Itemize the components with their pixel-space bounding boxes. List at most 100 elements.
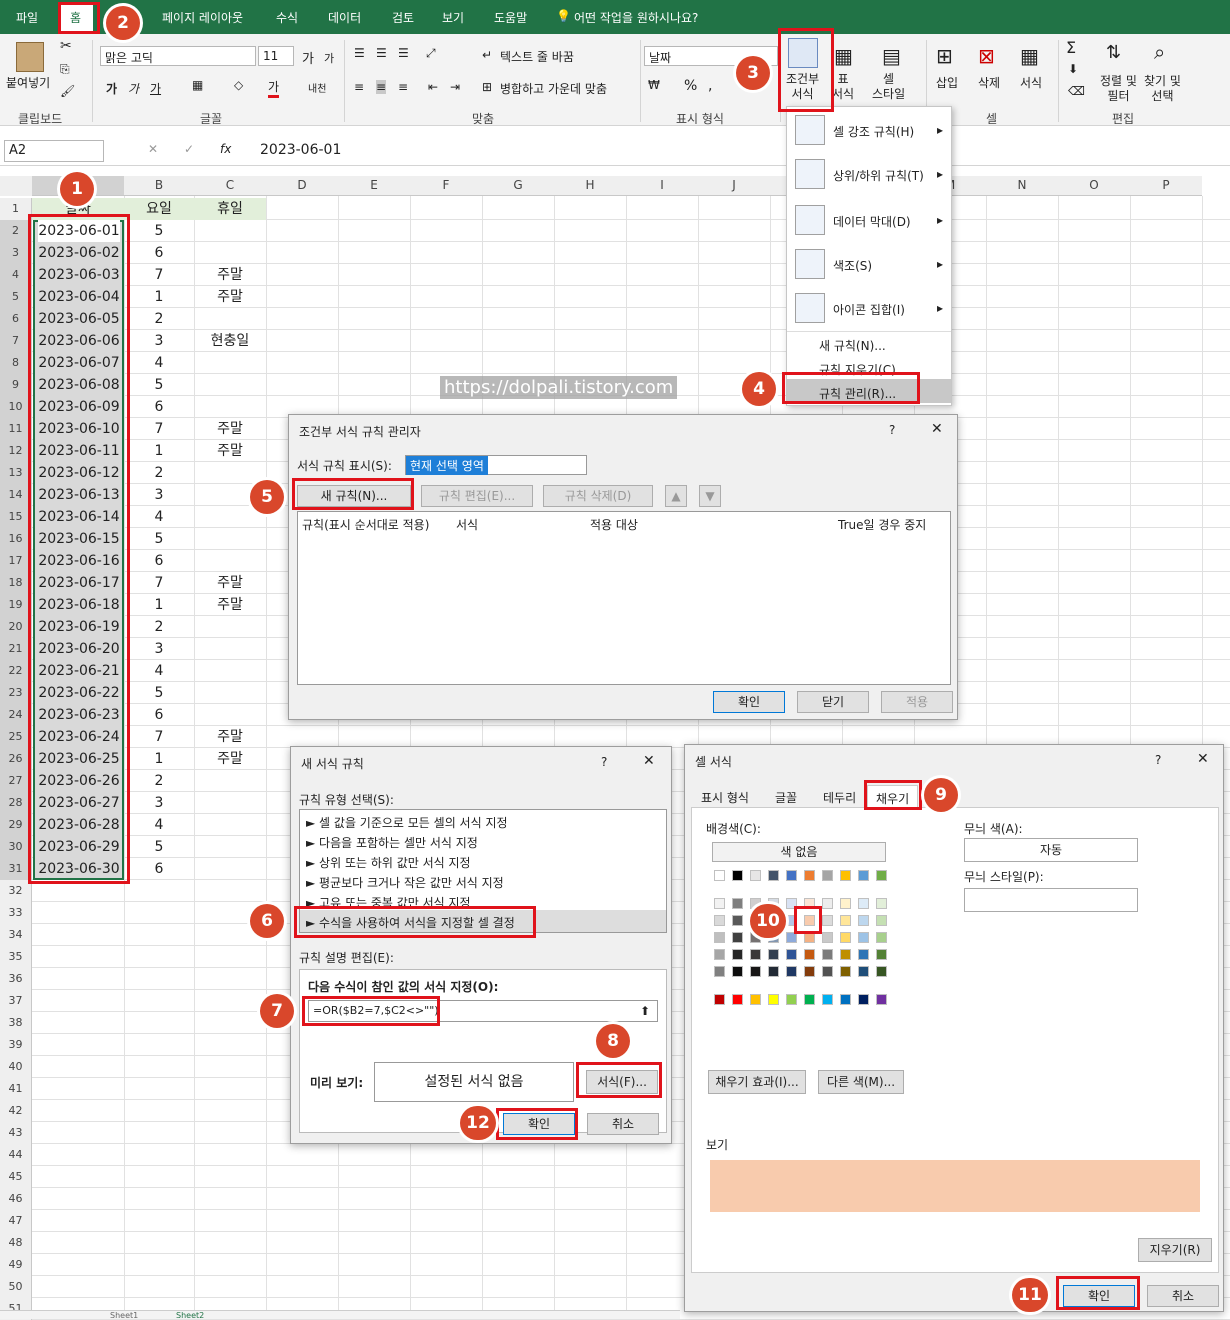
align-middle-icon[interactable]: ☰ [376, 46, 387, 60]
font-color-button[interactable]: 가 [268, 78, 280, 98]
clear-icon[interactable]: ⌫ [1068, 84, 1085, 98]
color-swatch[interactable] [768, 966, 779, 977]
color-swatch[interactable] [786, 870, 797, 881]
holiday-cell[interactable] [194, 396, 266, 418]
tab-data[interactable]: 데이터 [328, 9, 361, 26]
row-header[interactable]: 33 [0, 902, 32, 924]
outdent-icon[interactable]: ⇥ [450, 80, 460, 94]
weekday-cell[interactable]: 4 [124, 660, 194, 682]
tab-view[interactable]: 보기 [442, 9, 464, 26]
tab-review[interactable]: 검토 [392, 9, 414, 26]
border-icon[interactable]: ▦ [192, 78, 203, 92]
color-swatch[interactable] [768, 870, 779, 881]
color-swatch[interactable] [858, 966, 869, 977]
weekday-cell[interactable]: 6 [124, 242, 194, 264]
weekday-cell[interactable]: 5 [124, 374, 194, 396]
color-swatch[interactable] [822, 994, 833, 1005]
align-center-icon[interactable]: ≡ [376, 80, 387, 94]
holiday-cell[interactable] [194, 682, 266, 704]
color-swatch[interactable] [750, 870, 761, 881]
menu-icon-sets[interactable]: 아이콘 집합(I) [833, 301, 905, 318]
copy-icon[interactable]: ⎘ [60, 62, 70, 77]
format-painter-icon[interactable]: 🖌 [60, 84, 75, 98]
color-swatch[interactable] [840, 870, 851, 881]
close-icon[interactable]: ✕ [931, 421, 943, 437]
column-header-d[interactable]: D [266, 176, 338, 196]
apply-button[interactable]: 적용 [881, 691, 953, 713]
tell-me-search[interactable]: 어떤 작업을 원하시나요? [574, 9, 698, 26]
weekday-cell[interactable]: 6 [124, 704, 194, 726]
row-header[interactable]: 41 [0, 1078, 32, 1100]
wrap-text-button[interactable]: 텍스트 줄 바꿈 [500, 48, 574, 65]
color-swatch[interactable] [876, 949, 887, 960]
cancel-icon[interactable]: ✕ [148, 142, 158, 156]
currency-icon[interactable]: ₩ [648, 78, 660, 92]
help-icon[interactable]: ? [601, 755, 607, 769]
holiday-cell[interactable] [194, 308, 266, 330]
delete-rule-button[interactable]: 규칙 삭제(D) [543, 485, 653, 507]
select-all-corner[interactable] [0, 176, 32, 196]
holiday-cell[interactable]: 주말 [194, 748, 266, 770]
tab-help[interactable]: 도움말 [494, 9, 527, 26]
color-swatch[interactable] [768, 949, 779, 960]
column-header-p[interactable]: P [1130, 176, 1202, 196]
tab-page-layout[interactable]: 페이지 레이아웃 [162, 9, 243, 26]
collapse-icon[interactable]: ⬆ [640, 1004, 650, 1018]
rule-type-item[interactable]: ► 다음을 포함하는 셀만 서식 지정 [306, 834, 478, 851]
row-header[interactable]: 37 [0, 990, 32, 1012]
color-swatch[interactable] [714, 994, 725, 1005]
show-rules-select[interactable]: 현재 선택 영역 [405, 455, 587, 475]
cancel-button[interactable]: 취소 [587, 1113, 659, 1135]
row-header[interactable]: 36 [0, 968, 32, 990]
holiday-cell[interactable]: 주말 [194, 418, 266, 440]
color-swatch[interactable] [732, 932, 743, 943]
color-swatch[interactable] [732, 966, 743, 977]
italic-button[interactable]: 가 [128, 80, 139, 97]
weekday-cell[interactable]: 4 [124, 506, 194, 528]
holiday-cell[interactable]: 주말 [194, 264, 266, 286]
color-swatch[interactable] [768, 994, 779, 1005]
holiday-cell[interactable] [194, 704, 266, 726]
column-header-o[interactable]: O [1058, 176, 1130, 196]
weekday-cell[interactable]: 6 [124, 550, 194, 572]
color-swatch[interactable] [876, 898, 887, 909]
color-swatch[interactable] [732, 870, 743, 881]
color-swatch[interactable] [858, 994, 869, 1005]
weekday-cell[interactable]: 7 [124, 418, 194, 440]
shrink-font-button[interactable]: 가 [324, 50, 334, 66]
holiday-cell[interactable]: 주말 [194, 440, 266, 462]
color-swatch[interactable] [804, 870, 815, 881]
weekday-cell[interactable]: 3 [124, 484, 194, 506]
align-bottom-icon[interactable]: ☰ [398, 46, 409, 60]
column-header-c[interactable]: C [194, 176, 266, 196]
tab-border[interactable]: 테두리 [823, 789, 856, 806]
sort-filter-button[interactable]: 정렬 및 필터 [1100, 74, 1137, 104]
holiday-cell[interactable] [194, 220, 266, 242]
weekday-cell[interactable]: 2 [124, 308, 194, 330]
weekday-cell[interactable]: 7 [124, 572, 194, 594]
autosum-button[interactable]: Σ [1066, 38, 1076, 57]
comma-button[interactable]: , [708, 78, 712, 94]
color-swatch[interactable] [822, 870, 833, 881]
ok-button[interactable]: 확인 [713, 691, 785, 713]
edit-rule-button[interactable]: 규칙 편집(E)... [421, 485, 533, 507]
fill-color-icon[interactable]: ◇ [234, 78, 243, 92]
holiday-cell[interactable] [194, 616, 266, 638]
row-header[interactable]: 39 [0, 1034, 32, 1056]
weekday-cell[interactable]: 4 [124, 352, 194, 374]
holiday-cell[interactable] [194, 352, 266, 374]
format-as-table-button[interactable]: 표 서식 [832, 72, 854, 102]
weekday-cell[interactable]: 4 [124, 814, 194, 836]
close-icon[interactable]: ✕ [1197, 751, 1209, 767]
weekday-cell[interactable]: 5 [124, 220, 194, 242]
color-swatch[interactable] [786, 994, 797, 1005]
column-header-e[interactable]: E [338, 176, 410, 196]
rule-type-item[interactable]: ► 상위 또는 하위 값만 서식 지정 [306, 854, 471, 871]
color-swatch[interactable] [822, 966, 833, 977]
column-header-j[interactable]: J [698, 176, 770, 196]
column-header-i[interactable]: I [626, 176, 698, 196]
weekday-cell[interactable]: 1 [124, 286, 194, 308]
indent-icon[interactable]: ⇤ [428, 80, 438, 94]
row-header[interactable]: 42 [0, 1100, 32, 1122]
holiday-cell[interactable]: 현충일 [194, 330, 266, 352]
